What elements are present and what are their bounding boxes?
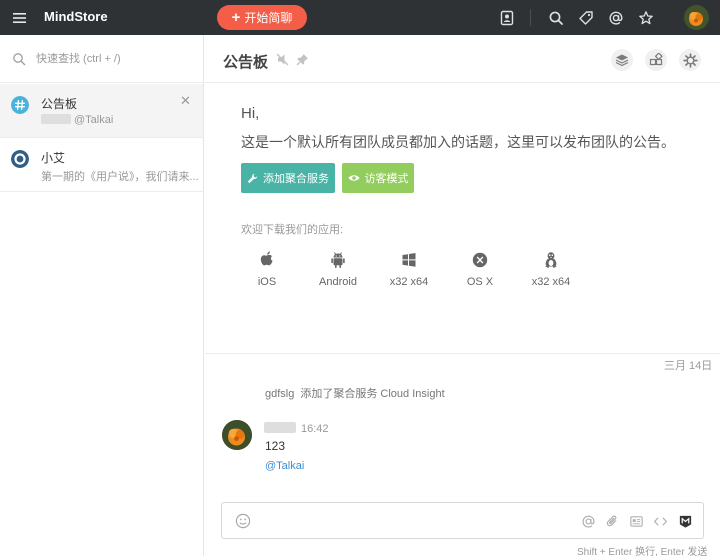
message-avatar[interactable]	[222, 420, 252, 450]
composer-hint: Shift + Enter 换行, Enter 发送	[577, 547, 708, 556]
message-text: 123	[265, 439, 286, 453]
apple-icon	[260, 251, 273, 266]
message-composer	[221, 502, 704, 539]
visitor-mode-button[interactable]: 访客模式	[342, 163, 414, 193]
settings-icon	[682, 52, 698, 68]
redacted-name	[41, 114, 71, 124]
mention-icon[interactable]	[608, 10, 624, 26]
integrations-button[interactable]	[645, 49, 667, 71]
app-download-ios[interactable]: iOS	[232, 250, 302, 288]
system-message: gdfslg 添加了聚合服务 Cloud Insight	[265, 385, 445, 401]
add-integration-button[interactable]: 添加聚合服务	[241, 163, 335, 193]
channel-description: 这是一个默认所有团队成员都加入的话题，这里可以发布团队的公告。	[241, 134, 675, 150]
date-divider	[205, 353, 720, 354]
attachment-icon[interactable]	[605, 514, 620, 529]
system-message-user[interactable]: gdfslg	[265, 388, 294, 400]
greeting: Hi,	[241, 105, 260, 122]
conversation-item-xiaoai[interactable]: 小艾 第一期的《用户说》，我们请来...	[0, 138, 203, 192]
app-download-linux[interactable]: x32 x64	[516, 250, 586, 288]
conversation-title: 公告板	[41, 97, 78, 111]
download-apps-label: 欢迎下载我们的应用:	[241, 224, 344, 236]
user-avatar[interactable]	[684, 5, 709, 30]
channel-header: 公告板	[205, 35, 720, 83]
conversation-preview: 第一期的《用户说》，我们请来...	[41, 171, 199, 183]
layers-icon	[615, 54, 629, 67]
mute-icon[interactable]	[276, 53, 289, 66]
search-icon[interactable]	[548, 10, 564, 26]
conversation-preview: @Talkai	[41, 114, 113, 126]
mention-icon[interactable]	[581, 514, 596, 529]
snippet-icon[interactable]	[629, 514, 644, 529]
plus-icon: +	[231, 9, 241, 26]
quick-search-input[interactable]	[36, 49, 196, 69]
contacts-icon[interactable]	[499, 10, 515, 26]
menu-icon[interactable]	[11, 9, 29, 27]
pin-icon[interactable]	[296, 53, 309, 66]
topbar-divider	[530, 9, 531, 26]
conversation-item-announcements[interactable]: 公告板 @Talkai ✕	[0, 84, 203, 138]
eye-icon	[348, 175, 359, 181]
osx-icon	[472, 252, 488, 268]
layers-button[interactable]	[611, 49, 633, 71]
search-icon	[13, 53, 26, 66]
top-bar: MindStore + 开始简聊	[0, 0, 720, 35]
app-label: OS X	[466, 276, 494, 288]
conversation-title: 小艾	[41, 151, 66, 165]
windows-icon	[402, 253, 416, 267]
message-time: 16:42	[301, 423, 329, 435]
app-label: x32 x64	[531, 276, 571, 288]
quick-search	[0, 35, 204, 83]
redacted-name	[264, 422, 296, 433]
app-download-windows[interactable]: x32 x64	[374, 250, 444, 288]
app-download-android[interactable]: Android	[303, 250, 373, 288]
app-label: iOS	[257, 276, 277, 288]
message-input[interactable]	[262, 511, 562, 531]
hash-icon	[11, 96, 29, 114]
linux-icon	[545, 252, 557, 268]
android-icon	[331, 252, 345, 268]
add-integration-label: 添加聚合服务	[263, 173, 329, 185]
message-meta: 16:42	[264, 422, 329, 435]
bot-icon	[11, 150, 29, 168]
app-label: x32 x64	[389, 276, 429, 288]
start-chat-button[interactable]: + 开始简聊	[217, 5, 307, 30]
wrench-icon	[247, 173, 258, 183]
sidebar: 公告板 @Talkai ✕ 小艾 第一期的《用户说》，我们请来...	[0, 35, 204, 556]
start-chat-label: 开始简聊	[244, 11, 293, 25]
visitor-mode-label: 访客模式	[364, 173, 409, 185]
app-label: Android	[319, 276, 357, 288]
close-conversation-icon[interactable]: ✕	[180, 93, 191, 109]
settings-button[interactable]	[679, 49, 701, 71]
channel-title: 公告板	[223, 54, 269, 71]
message-mention-link[interactable]: @Talkai	[265, 460, 304, 472]
integrations-icon	[649, 53, 663, 66]
code-icon[interactable]	[653, 514, 668, 529]
app-download-osx[interactable]: OS X	[445, 250, 515, 288]
emoji-icon[interactable]	[235, 513, 251, 529]
date-divider-label: 三月 14日	[664, 360, 713, 372]
tag-icon[interactable]	[578, 10, 594, 26]
brand-name[interactable]: MindStore	[44, 9, 108, 24]
system-message-text: 添加了聚合服务 Cloud Insight	[300, 388, 445, 400]
star-icon[interactable]	[638, 10, 654, 26]
markdown-icon[interactable]	[678, 514, 693, 529]
